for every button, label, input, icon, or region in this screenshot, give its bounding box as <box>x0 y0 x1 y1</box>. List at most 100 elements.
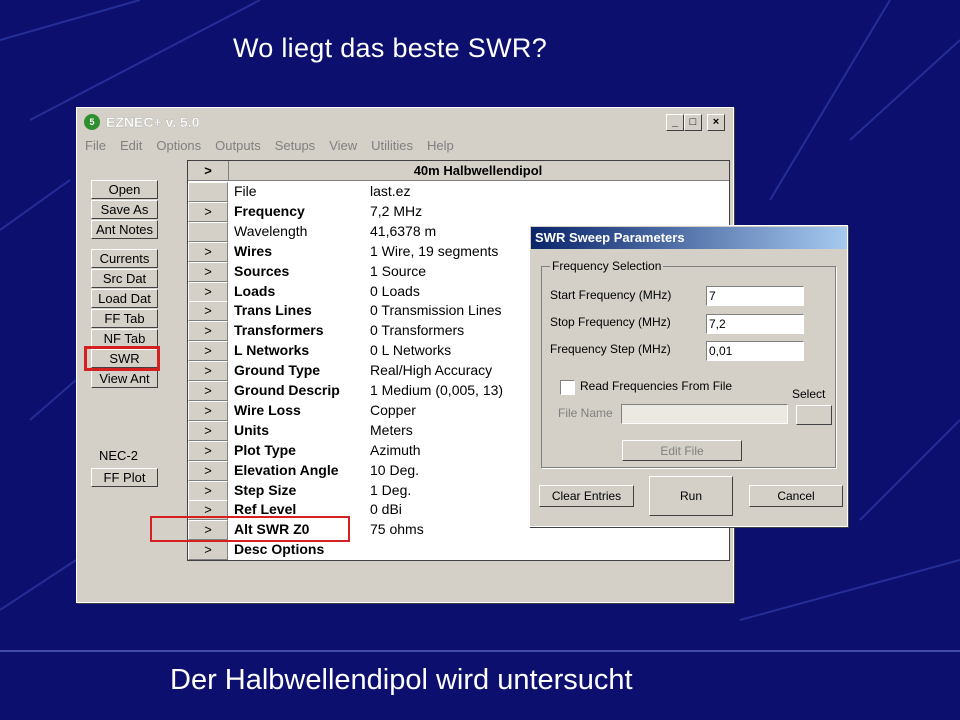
eznec-titlebar[interactable]: 5 EZNEC+ v. 5.0 _ □ × <box>80 111 730 133</box>
row-value[interactable]: 10 Deg. <box>370 462 419 478</box>
row-value[interactable]: 0 Loads <box>370 283 420 299</box>
menu-utilities[interactable]: Utilities <box>371 138 413 156</box>
row-arrow-button[interactable]: > <box>188 440 228 461</box>
row-arrow-button[interactable]: > <box>188 321 228 342</box>
row-value[interactable]: Meters <box>370 422 413 438</box>
row-arrow-button[interactable]: > <box>188 460 228 481</box>
row-arrow-button[interactable]: > <box>188 540 228 560</box>
currents-button[interactable]: Currents <box>91 249 158 268</box>
row-arrow-button <box>188 182 228 202</box>
row-value[interactable]: 1 Medium (0,005, 13) <box>370 382 503 398</box>
open-button[interactable]: Open <box>91 180 158 199</box>
row-label[interactable]: Trans Lines <box>234 302 312 318</box>
run-button[interactable]: Run <box>649 476 733 516</box>
row-arrow-button[interactable]: > <box>188 400 228 421</box>
row-arrow-button[interactable]: > <box>188 301 228 322</box>
row-label[interactable]: L Networks <box>234 342 309 358</box>
row-arrow-button[interactable]: > <box>188 341 228 362</box>
row-label[interactable]: Loads <box>234 283 275 299</box>
menu-outputs[interactable]: Outputs <box>215 138 261 156</box>
header-arrow-button[interactable]: > <box>188 161 229 180</box>
row-label[interactable]: File <box>234 183 257 199</box>
row-value[interactable]: 0 dBi <box>370 501 402 517</box>
clear-entries-button[interactable]: Clear Entries <box>539 485 634 507</box>
view-ant-button[interactable]: View Ant <box>91 369 158 388</box>
row-value[interactable]: Real/High Accuracy <box>370 362 492 378</box>
row-label[interactable]: Frequency <box>234 203 305 219</box>
row-arrow-button[interactable]: > <box>188 420 228 441</box>
read-from-file-checkbox[interactable] <box>560 380 575 395</box>
grid-row-desc-options: > Desc Options <box>188 540 729 560</box>
slide-caption: Der Halbwellendipol wird untersucht <box>170 664 633 696</box>
select-file-button[interactable] <box>796 405 832 425</box>
row-value[interactable]: 7,2 MHz <box>370 203 422 219</box>
load-dat-button[interactable]: Load Dat <box>91 289 158 308</box>
eznec-app-icon[interactable]: 5 <box>84 114 100 130</box>
row-arrow-button[interactable]: > <box>188 281 228 302</box>
row-value[interactable]: 75 ohms <box>370 521 424 537</box>
row-label[interactable]: Plot Type <box>234 442 296 458</box>
select-label: Select <box>792 387 826 401</box>
row-label[interactable]: Elevation Angle <box>234 462 339 478</box>
row-label[interactable]: Transformers <box>234 322 323 338</box>
row-label[interactable]: Ground Type <box>234 362 320 378</box>
row-arrow-button <box>188 221 228 242</box>
grid-header: > 40m Halbwellendipol <box>188 161 729 181</box>
row-label[interactable]: Units <box>234 422 269 438</box>
menu-edit[interactable]: Edit <box>120 138 142 156</box>
menu-file[interactable]: File <box>85 138 106 156</box>
read-from-file-label[interactable]: Read Frequencies From File <box>580 379 732 393</box>
frequency-step-input[interactable] <box>706 341 804 361</box>
row-value[interactable]: 0 Transmission Lines <box>370 302 502 318</box>
row-value[interactable]: 41,6378 m <box>370 223 436 239</box>
row-label[interactable]: Wire Loss <box>234 402 301 418</box>
row-arrow-button[interactable]: > <box>188 241 228 262</box>
cancel-button[interactable]: Cancel <box>749 485 843 507</box>
row-label[interactable]: Ground Descrip <box>234 382 340 398</box>
row-label[interactable]: Desc Options <box>234 541 324 557</box>
edit-file-button[interactable]: Edit File <box>622 440 742 461</box>
row-arrow-button[interactable]: > <box>188 381 228 401</box>
ff-plot-button[interactable]: FF Plot <box>91 468 158 487</box>
row-label[interactable]: Ref Level <box>234 501 296 517</box>
row-label[interactable]: Step Size <box>234 482 296 498</box>
menu-view[interactable]: View <box>329 138 357 156</box>
row-arrow-button[interactable]: > <box>188 361 228 382</box>
ff-tab-button[interactable]: FF Tab <box>91 309 158 328</box>
minimize-button[interactable]: _ <box>666 114 684 131</box>
file-name-input[interactable] <box>621 404 788 424</box>
start-frequency-label: Start Frequency (MHz) <box>550 288 672 302</box>
ant-notes-button[interactable]: Ant Notes <box>91 220 158 239</box>
src-dat-button[interactable]: Src Dat <box>91 269 158 288</box>
start-frequency-input[interactable] <box>706 286 804 306</box>
row-value[interactable]: 1 Source <box>370 263 426 279</box>
row-value[interactable]: 1 Wire, 19 segments <box>370 243 498 259</box>
grid-row-file: File last.ez <box>188 182 729 202</box>
dialog-title[interactable]: SWR Sweep Parameters <box>531 227 847 249</box>
maximize-button[interactable]: □ <box>684 114 702 131</box>
row-value[interactable]: 1 Deg. <box>370 482 411 498</box>
antenna-description-title[interactable]: 40m Halbwellendipol <box>228 161 728 180</box>
menu-bar: File Edit Options Outputs Setups View Ut… <box>85 138 468 156</box>
row-label[interactable]: Wavelength <box>234 223 307 239</box>
save-as-button[interactable]: Save As <box>91 200 158 219</box>
row-value[interactable]: Copper <box>370 402 416 418</box>
row-arrow-button[interactable]: > <box>188 480 228 501</box>
close-button[interactable]: × <box>707 114 725 131</box>
row-value[interactable]: 0 L Networks <box>370 342 451 358</box>
stop-frequency-label: Stop Frequency (MHz) <box>550 315 671 329</box>
row-value[interactable]: last.ez <box>370 183 410 199</box>
menu-options[interactable]: Options <box>156 138 201 156</box>
menu-help[interactable]: Help <box>427 138 454 156</box>
menu-setups[interactable]: Setups <box>275 138 315 156</box>
swr-sweep-dialog: SWR Sweep Parameters Frequency Selection… <box>529 225 848 527</box>
stop-frequency-input[interactable] <box>706 314 804 334</box>
row-value[interactable]: Azimuth <box>370 442 421 458</box>
row-value[interactable]: 0 Transformers <box>370 322 464 338</box>
frequency-selection-label: Frequency Selection <box>550 259 664 273</box>
grid-row-frequency: > Frequency 7,2 MHz <box>188 201 729 222</box>
row-arrow-button[interactable]: > <box>188 201 228 222</box>
row-label[interactable]: Sources <box>234 263 289 279</box>
row-label[interactable]: Wires <box>234 243 272 259</box>
row-arrow-button[interactable]: > <box>188 261 228 282</box>
